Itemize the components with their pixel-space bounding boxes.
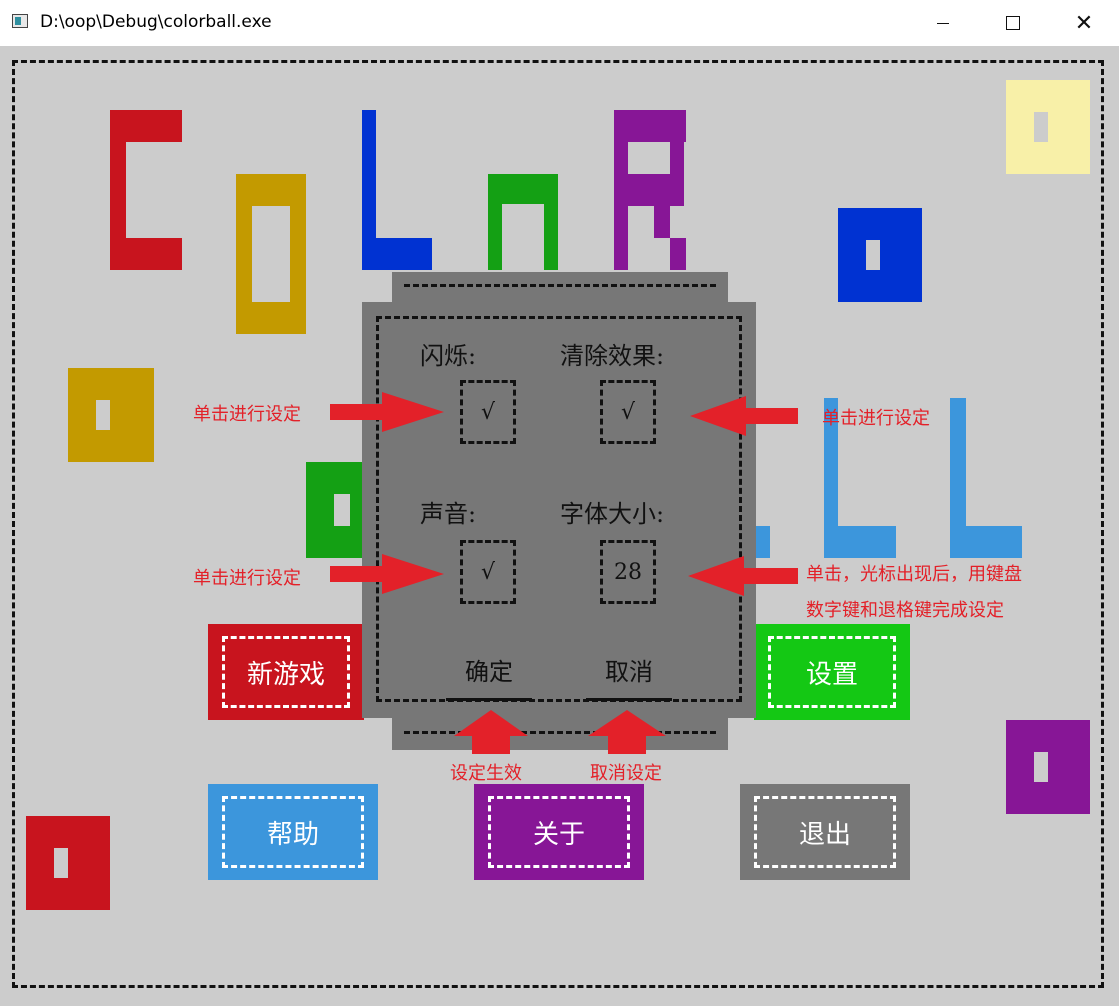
console-area: 新游戏 设置 帮助 关于 退出 闪烁: 清除效果: √ √ 声音: 字体大小: … <box>0 46 1119 1006</box>
ball-gold <box>68 368 154 462</box>
confirm-hint-text: 设定生效 <box>450 763 522 784</box>
app-icon <box>12 14 28 28</box>
cancel-underline <box>586 698 672 701</box>
ball-green <box>306 462 364 558</box>
minimize-button[interactable] <box>908 0 978 46</box>
flash-hint-arrow <box>330 392 444 432</box>
exit-button[interactable]: 退出 <box>740 784 910 880</box>
new-game-label: 新游戏 <box>222 636 350 708</box>
settings-label: 设置 <box>768 636 896 708</box>
font-hint-text-1: 单击，光标出现后，用键盘 <box>806 564 1022 585</box>
title-letter-l <box>362 110 432 270</box>
title-letter-l3 <box>950 398 1022 558</box>
confirm-button[interactable]: 确定 <box>444 652 534 687</box>
cancel-hint-arrow <box>588 710 666 754</box>
title-letter-r <box>614 110 686 270</box>
minimize-icon <box>937 22 949 24</box>
font-hint-arrow <box>688 556 798 596</box>
clear-hint-arrow <box>690 396 798 436</box>
about-button[interactable]: 关于 <box>474 784 644 880</box>
flash-hint-text: 单击进行设定 <box>193 404 301 425</box>
help-label: 帮助 <box>222 796 364 868</box>
close-icon: ✕ <box>1074 10 1094 36</box>
title-letter-n <box>488 174 558 270</box>
confirm-underline <box>446 698 532 701</box>
about-label: 关于 <box>488 796 630 868</box>
new-game-button[interactable]: 新游戏 <box>208 624 364 720</box>
flash-checkbox[interactable]: √ <box>460 380 516 444</box>
sound-hint-arrow <box>330 554 444 594</box>
title-letter-partial <box>756 526 770 558</box>
window-titlebar: D:\oop\Debug\colorball.exe ✕ <box>0 0 1119 46</box>
ball-red <box>26 816 110 910</box>
confirm-hint-arrow <box>454 710 528 754</box>
clear-effect-checkbox[interactable]: √ <box>600 380 656 444</box>
font-size-label: 字体大小: <box>560 500 665 528</box>
maximize-button[interactable] <box>978 0 1048 46</box>
sound-checkbox[interactable]: √ <box>460 540 516 604</box>
window-title: D:\oop\Debug\colorball.exe <box>40 12 272 32</box>
close-button[interactable]: ✕ <box>1049 0 1119 46</box>
help-button[interactable]: 帮助 <box>208 784 378 880</box>
title-letter-c <box>110 110 182 270</box>
cancel-button[interactable]: 取消 <box>584 652 674 687</box>
clear-hint-text: 单击进行设定 <box>822 408 930 429</box>
ball-yellow <box>1006 80 1090 174</box>
font-size-input[interactable]: 28 <box>600 540 656 604</box>
font-hint-text-2: 数字键和退格键完成设定 <box>806 600 1004 621</box>
title-letter-o <box>236 174 306 334</box>
flash-label: 闪烁: <box>420 342 477 370</box>
sound-label: 声音: <box>420 500 477 528</box>
maximize-icon <box>1006 16 1020 30</box>
ball-purple <box>1006 720 1090 814</box>
cancel-hint-text: 取消设定 <box>590 763 662 784</box>
settings-button[interactable]: 设置 <box>754 624 910 720</box>
ball-blue <box>838 208 922 302</box>
clear-effect-label: 清除效果: <box>560 342 665 370</box>
exit-label: 退出 <box>754 796 896 868</box>
sound-hint-text: 单击进行设定 <box>193 568 301 589</box>
